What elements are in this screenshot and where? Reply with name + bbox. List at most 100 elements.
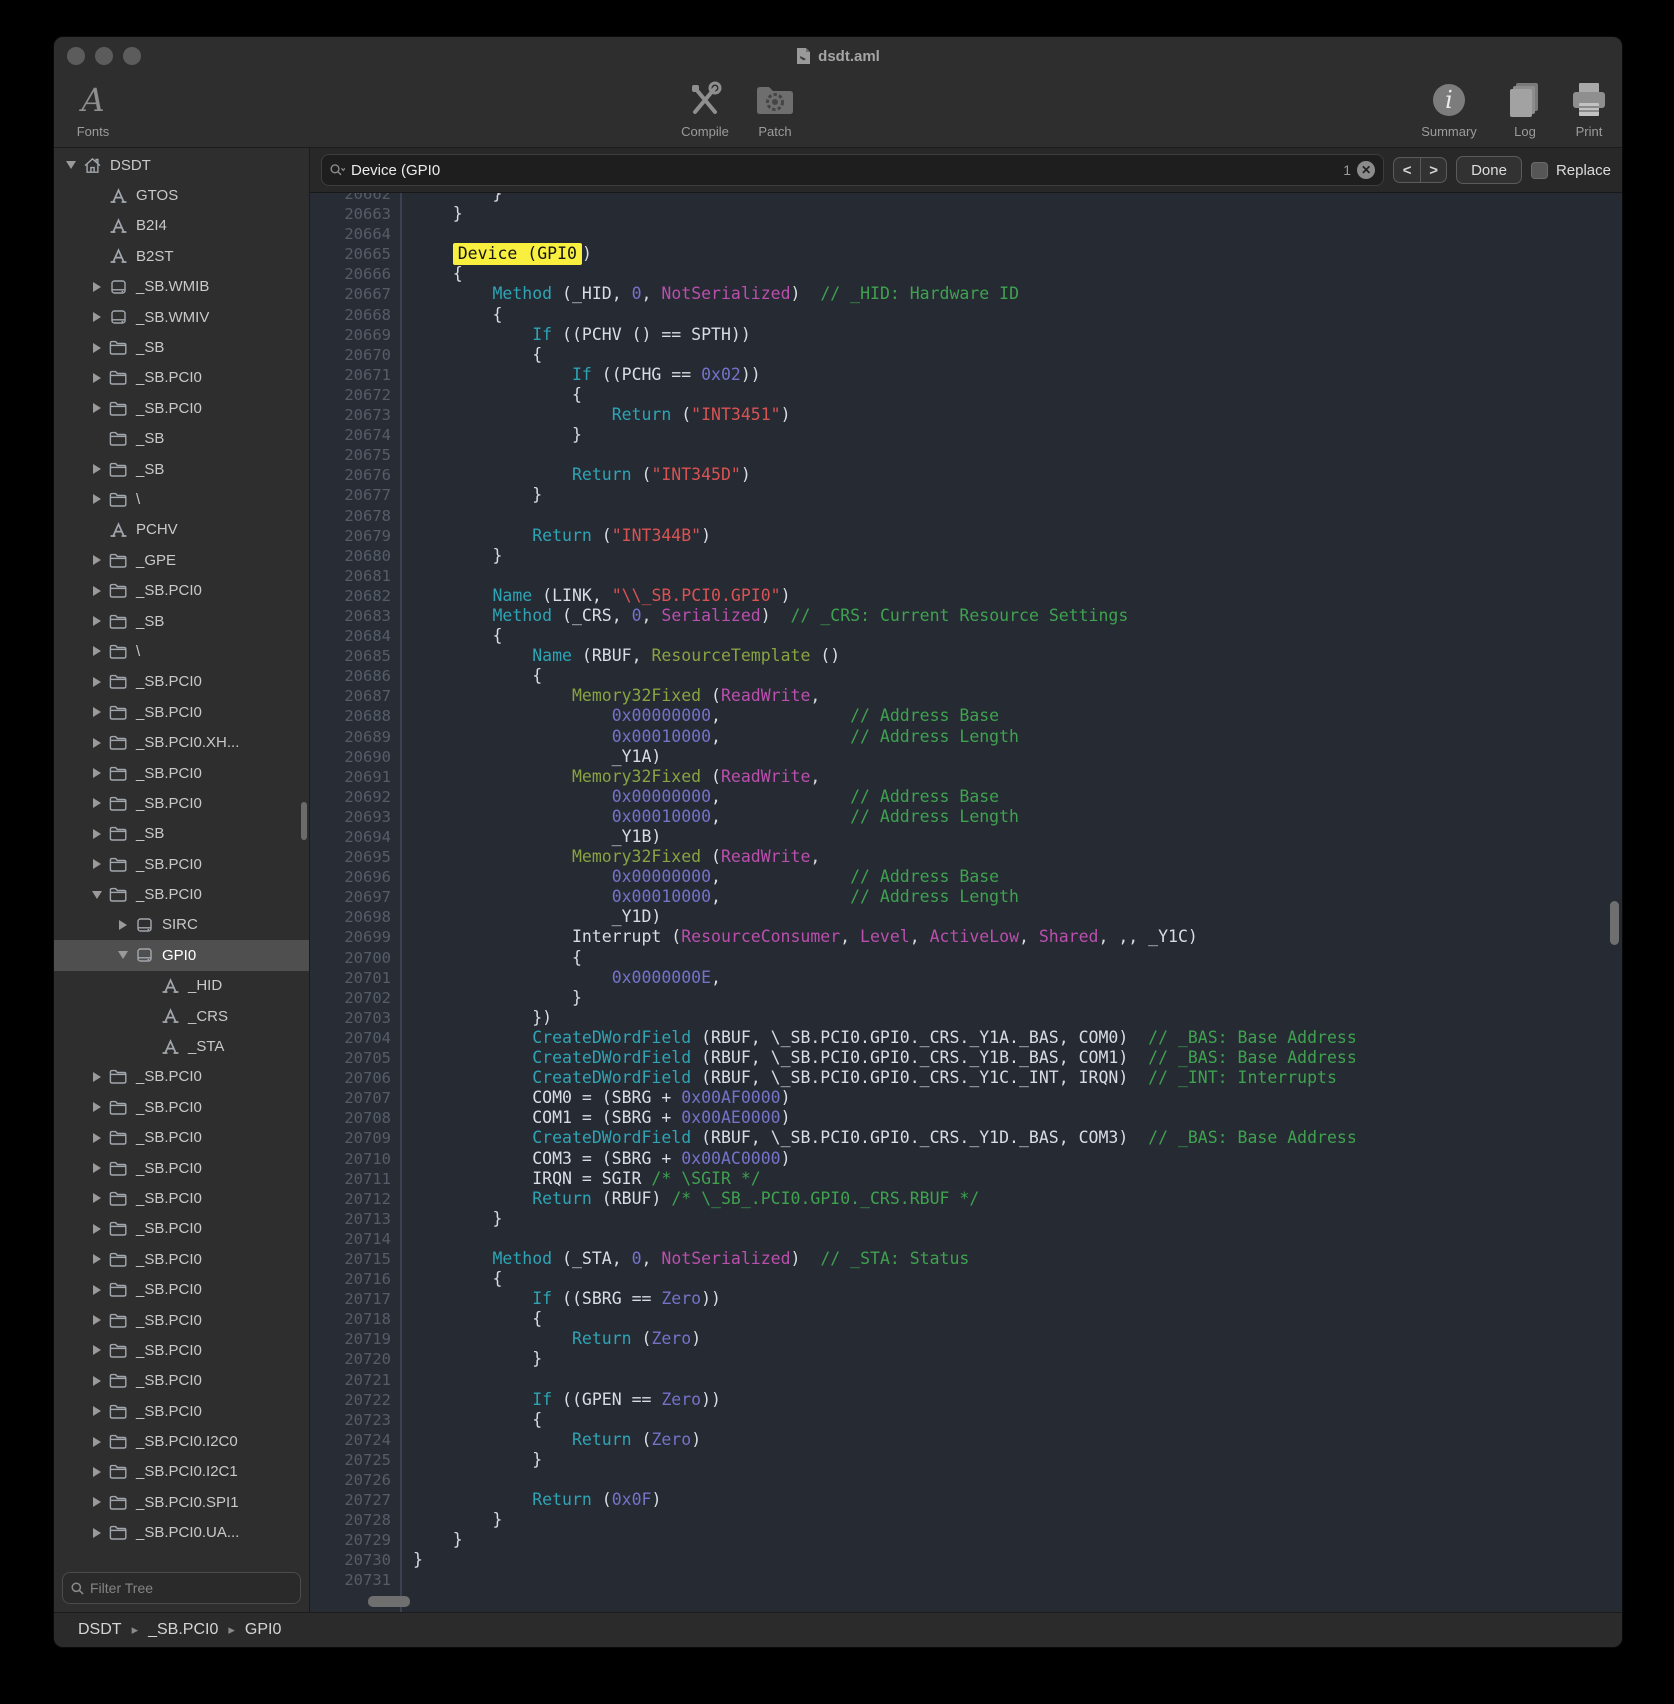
disclosure-triangle[interactable] bbox=[114, 920, 132, 930]
tree-item-sbpci0[interactable]: _SB.PCI0 bbox=[54, 697, 309, 727]
disclosure-triangle[interactable] bbox=[114, 951, 132, 959]
vertical-scrollbar-thumb[interactable] bbox=[1610, 901, 1619, 945]
tree-item-sbpci0[interactable]: _SB.PCI0 bbox=[54, 879, 309, 909]
disclosure-triangle[interactable] bbox=[88, 1437, 106, 1447]
tree-item-gpi0[interactable]: GPI0 bbox=[54, 940, 309, 970]
code-editor[interactable]: 2066220663206642066520666206672066820669… bbox=[310, 193, 1622, 1612]
disclosure-triangle[interactable] bbox=[88, 1497, 106, 1507]
disclosure-triangle[interactable] bbox=[88, 1163, 106, 1173]
disclosure-triangle[interactable] bbox=[88, 616, 106, 626]
tree-item-sbpci0[interactable]: _SB.PCI0 bbox=[54, 1092, 309, 1122]
done-button[interactable]: Done bbox=[1456, 156, 1522, 184]
clear-search-button[interactable]: ✕ bbox=[1357, 161, 1375, 179]
tree-item-[interactable]: \ bbox=[54, 484, 309, 514]
tree-item-sbpci0[interactable]: _SB.PCI0 bbox=[54, 667, 309, 697]
disclosure-triangle[interactable] bbox=[88, 1315, 106, 1325]
breadcrumb-item-gpi0[interactable]: GPI0 bbox=[245, 1621, 281, 1639]
replace-checkbox[interactable] bbox=[1531, 162, 1548, 179]
disclosure-triangle[interactable] bbox=[88, 1406, 106, 1416]
tree-item-sbpci0[interactable]: _SB.PCI0 bbox=[54, 363, 309, 393]
tree-item-sbpci0[interactable]: _SB.PCI0 bbox=[54, 849, 309, 879]
disclosure-triangle[interactable] bbox=[88, 373, 106, 383]
tree-item-sbpci0[interactable]: _SB.PCI0 bbox=[54, 1153, 309, 1183]
tree-item-sirc[interactable]: SIRC bbox=[54, 910, 309, 940]
breadcrumb-item-dsdt[interactable]: DSDT bbox=[78, 1621, 122, 1639]
tree-item-sbpci0[interactable]: _SB.PCI0 bbox=[54, 393, 309, 423]
horizontal-scrollbar-thumb[interactable] bbox=[368, 1596, 410, 1607]
tree-item-sb[interactable]: _SB bbox=[54, 454, 309, 484]
disclosure-triangle[interactable] bbox=[88, 1345, 106, 1355]
disclosure-triangle[interactable] bbox=[88, 403, 106, 413]
disclosure-triangle[interactable] bbox=[88, 343, 106, 353]
disclosure-triangle[interactable] bbox=[62, 161, 80, 169]
disclosure-triangle[interactable] bbox=[88, 1224, 106, 1234]
tree-item-b2i4[interactable]: B2I4 bbox=[54, 211, 309, 241]
tree-item-sbpci0ua[interactable]: _SB.PCI0.UA... bbox=[54, 1518, 309, 1548]
disclosure-triangle[interactable] bbox=[88, 859, 106, 869]
tree-item-sbpci0[interactable]: _SB.PCI0 bbox=[54, 1183, 309, 1213]
disclosure-triangle[interactable] bbox=[88, 707, 106, 717]
tree-item-sbpci0[interactable]: _SB.PCI0 bbox=[54, 1244, 309, 1274]
tree-item-pchv[interactable]: PCHV bbox=[54, 515, 309, 545]
tree-item-sbpci0[interactable]: _SB.PCI0 bbox=[54, 1274, 309, 1304]
disclosure-triangle[interactable] bbox=[88, 494, 106, 504]
disclosure-triangle[interactable] bbox=[88, 312, 106, 322]
tree-item-[interactable]: \ bbox=[54, 636, 309, 666]
disclosure-triangle[interactable] bbox=[88, 1133, 106, 1143]
tree-item-sta[interactable]: _STA bbox=[54, 1031, 309, 1061]
disclosure-triangle[interactable] bbox=[88, 798, 106, 808]
tree-item-sb[interactable]: _SB bbox=[54, 424, 309, 454]
print-button[interactable]: Print bbox=[1546, 77, 1623, 139]
tree-item-sbwmiv[interactable]: _SB.WMIV bbox=[54, 302, 309, 332]
disclosure-triangle[interactable] bbox=[88, 1285, 106, 1295]
disclosure-triangle[interactable] bbox=[88, 282, 106, 292]
tree-item-b2st[interactable]: B2ST bbox=[54, 241, 309, 271]
disclosure-triangle[interactable] bbox=[88, 829, 106, 839]
filter-tree-input[interactable]: Filter Tree bbox=[62, 1572, 301, 1604]
tree-item-sbpci0xh[interactable]: _SB.PCI0.XH... bbox=[54, 727, 309, 757]
tree-item-sbpci0[interactable]: _SB.PCI0 bbox=[54, 758, 309, 788]
disclosure-triangle[interactable] bbox=[88, 1193, 106, 1203]
disclosure-triangle[interactable] bbox=[88, 677, 106, 687]
tree-item-sbpci0[interactable]: _SB.PCI0 bbox=[54, 1305, 309, 1335]
tree-item-sb[interactable]: _SB bbox=[54, 819, 309, 849]
tree-item-dsdt[interactable]: DSDT bbox=[54, 150, 309, 180]
tree-item-sbpci0[interactable]: _SB.PCI0 bbox=[54, 1214, 309, 1244]
patch-button[interactable]: Patch bbox=[732, 77, 818, 139]
disclosure-triangle[interactable] bbox=[88, 1467, 106, 1477]
disclosure-triangle[interactable] bbox=[88, 646, 106, 656]
find-input[interactable]: Device (GPI0 1 ✕ bbox=[321, 154, 1384, 186]
disclosure-triangle[interactable] bbox=[88, 738, 106, 748]
tree-item-sb[interactable]: _SB bbox=[54, 332, 309, 362]
tree-item-sbpci0spi1[interactable]: _SB.PCI0.SPI1 bbox=[54, 1487, 309, 1517]
tree-item-sb[interactable]: _SB bbox=[54, 606, 309, 636]
disclosure-triangle[interactable] bbox=[88, 1528, 106, 1538]
tree-item-sbpci0[interactable]: _SB.PCI0 bbox=[54, 575, 309, 605]
find-next-button[interactable]: > bbox=[1420, 157, 1447, 183]
tree-item-sbwmib[interactable]: _SB.WMIB bbox=[54, 272, 309, 302]
disclosure-triangle[interactable] bbox=[88, 1102, 106, 1112]
disclosure-triangle[interactable] bbox=[88, 586, 106, 596]
disclosure-triangle[interactable] bbox=[88, 555, 106, 565]
find-previous-button[interactable]: < bbox=[1393, 157, 1420, 183]
summary-button[interactable]: i Summary bbox=[1406, 77, 1492, 139]
tree-item-sbpci0i2c1[interactable]: _SB.PCI0.I2C1 bbox=[54, 1457, 309, 1487]
tree-item-sbpci0[interactable]: _SB.PCI0 bbox=[54, 1335, 309, 1365]
tree-item-sbpci0[interactable]: _SB.PCI0 bbox=[54, 1366, 309, 1396]
disclosure-triangle[interactable] bbox=[88, 1376, 106, 1386]
sidebar-scrollbar-thumb[interactable] bbox=[301, 802, 307, 840]
disclosure-triangle[interactable] bbox=[88, 768, 106, 778]
breadcrumb-item-sbpci0[interactable]: _SB.PCI0 bbox=[148, 1621, 218, 1639]
disclosure-triangle[interactable] bbox=[88, 1254, 106, 1264]
tree-item-sbpci0[interactable]: _SB.PCI0 bbox=[54, 788, 309, 818]
tree-item-crs[interactable]: _CRS bbox=[54, 1001, 309, 1031]
disclosure-triangle[interactable] bbox=[88, 1072, 106, 1082]
disclosure-triangle[interactable] bbox=[88, 891, 106, 899]
tree-item-gtos[interactable]: GTOS bbox=[54, 180, 309, 210]
tree-item-hid[interactable]: _HID bbox=[54, 971, 309, 1001]
disclosure-triangle[interactable] bbox=[88, 464, 106, 474]
fonts-button[interactable]: A Fonts bbox=[53, 77, 136, 139]
tree-item-sbpci0[interactable]: _SB.PCI0 bbox=[54, 1062, 309, 1092]
tree-item-gpe[interactable]: _GPE bbox=[54, 545, 309, 575]
tree-item-sbpci0[interactable]: _SB.PCI0 bbox=[54, 1396, 309, 1426]
